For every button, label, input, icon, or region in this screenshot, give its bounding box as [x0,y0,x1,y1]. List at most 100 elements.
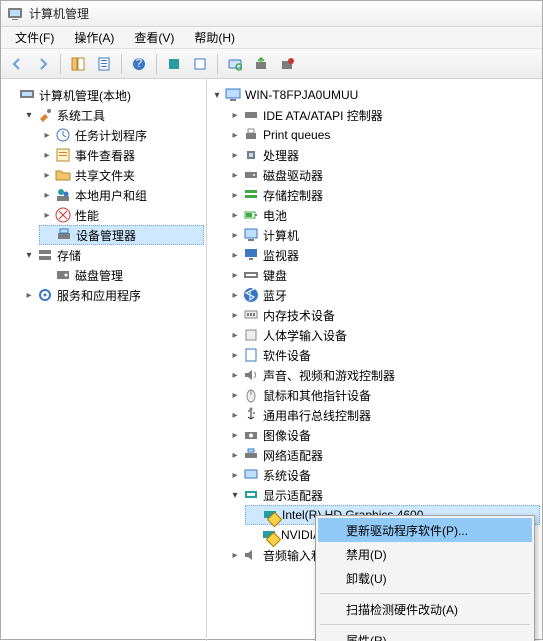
cat-usb[interactable]: 通用串行总线控制器 [227,405,540,425]
expand-icon[interactable] [211,89,223,101]
device-root[interactable]: WIN-T8FPJA0UMUU [209,85,540,105]
cat-computer[interactable]: 计算机 [227,225,540,245]
cat-battery[interactable]: 电池 [227,205,540,225]
forward-button[interactable] [31,52,55,76]
expand-icon[interactable] [229,209,241,221]
back-button[interactable] [5,52,29,76]
tree-disk-mgmt[interactable]: 磁盘管理 [39,265,204,285]
menu-scan-hardware[interactable]: 扫描检测硬件改动(A) [318,597,532,621]
expand-icon[interactable] [41,189,53,201]
device-label: WIN-T8FPJA0UMUU [245,88,358,102]
toolbar-button[interactable] [162,52,186,76]
cat-softdev[interactable]: 软件设备 [227,345,540,365]
show-console-tree-button[interactable] [66,52,90,76]
menu-view[interactable]: 查看(V) [124,27,184,48]
update-driver-button[interactable] [249,52,273,76]
expand-icon[interactable] [23,289,35,301]
cat-hid[interactable]: 人体学输入设备 [227,325,540,345]
cat-imaging[interactable]: 图像设备 [227,425,540,445]
tree-task-scheduler[interactable]: 任务计划程序 [39,125,204,145]
expand-icon[interactable] [229,309,241,321]
device-mgr-icon [56,227,72,243]
menu-action[interactable]: 操作(A) [64,27,124,48]
cat-memtech[interactable]: 内存技术设备 [227,305,540,325]
cat-network[interactable]: 网络适配器 [227,445,540,465]
cat-keyboard[interactable]: 键盘 [227,265,540,285]
expand-icon[interactable] [229,409,241,421]
cat-print[interactable]: Print queues [227,125,540,145]
window-title: 计算机管理 [29,5,89,22]
properties-button[interactable] [92,52,116,76]
menu-disable[interactable]: 禁用(D) [318,542,532,566]
cat-monitor[interactable]: 监视器 [227,245,540,265]
device-label: 软件设备 [263,347,311,364]
cat-diskdrv[interactable]: 磁盘驱动器 [227,165,540,185]
cat-mouse[interactable]: 鼠标和其他指针设备 [227,385,540,405]
tree-label: 系统工具 [57,107,105,124]
expand-icon[interactable] [229,109,241,121]
cat-storage-ctrl[interactable]: 存储控制器 [227,185,540,205]
expand-icon[interactable] [229,229,241,241]
expand-icon[interactable] [229,389,241,401]
tree-label: 计算机管理(本地) [39,87,131,104]
expand-icon[interactable] [229,549,241,561]
expand-icon[interactable] [229,169,241,181]
menu-uninstall[interactable]: 卸载(U) [318,566,532,590]
expand-icon[interactable] [229,189,241,201]
tree-device-manager[interactable]: 设备管理器 [39,225,204,245]
menu-file[interactable]: 文件(F) [5,27,64,48]
storagectrl-icon [243,187,259,203]
expand-icon[interactable] [229,469,241,481]
device-label: 电池 [263,207,287,224]
cat-sysdev[interactable]: 系统设备 [227,465,540,485]
expand-icon[interactable] [229,289,241,301]
menu-update-driver[interactable]: 更新驱动程序软件(P)... [318,518,532,542]
tree-storage[interactable]: 存储 [21,245,204,265]
cat-bluetooth[interactable]: 蓝牙 [227,285,540,305]
expand-icon[interactable] [229,349,241,361]
svg-text:?: ? [136,57,143,70]
cat-sound[interactable]: 声音、视频和游戏控制器 [227,365,540,385]
menu-help[interactable]: 帮助(H) [184,27,245,48]
expand-icon[interactable] [229,369,241,381]
expand-icon[interactable] [41,169,53,181]
expand-icon[interactable] [229,129,241,141]
cpu-icon [243,147,259,163]
cat-display[interactable]: 显示适配器 [227,485,540,505]
expand-icon[interactable] [41,149,53,161]
expand-icon[interactable] [23,249,35,261]
expand-icon[interactable] [229,249,241,261]
cat-cpu[interactable]: 处理器 [227,145,540,165]
expand-icon[interactable] [229,269,241,281]
expand-icon[interactable] [229,329,241,341]
expand-icon[interactable] [229,149,241,161]
expand-icon[interactable] [41,209,53,221]
tree-shared-folders[interactable]: 共享文件夹 [39,165,204,185]
expand-icon[interactable] [229,489,241,501]
device-label: 计算机 [263,227,299,244]
titlebar: 计算机管理 [1,1,542,27]
console-tree: 计算机管理(本地) 系统工具 任务计划程序 事件查看器 共享文件夹 [3,85,204,305]
memory-icon [243,307,259,323]
menu-separator [320,624,530,625]
keyboard-icon [243,267,259,283]
expand-icon[interactable] [229,449,241,461]
tree-performance[interactable]: 性能 [39,205,204,225]
uninstall-button[interactable] [275,52,299,76]
tools-icon [37,107,53,123]
help-button[interactable]: ? [127,52,151,76]
expand-icon[interactable] [23,109,35,121]
scan-hardware-button[interactable] [223,52,247,76]
expand-icon[interactable] [41,129,53,141]
tree-root[interactable]: 计算机管理(本地) [3,85,204,105]
menu-properties[interactable]: 属性(R) [318,628,532,641]
context-menu: 更新驱动程序软件(P)... 禁用(D) 卸载(U) 扫描检测硬件改动(A) 属… [315,515,535,641]
cat-ide[interactable]: IDE ATA/ATAPI 控制器 [227,105,540,125]
device-label: 存储控制器 [263,187,323,204]
tree-system-tools[interactable]: 系统工具 [21,105,204,125]
toolbar-button[interactable] [188,52,212,76]
tree-services[interactable]: 服务和应用程序 [21,285,204,305]
expand-icon[interactable] [229,429,241,441]
tree-event-viewer[interactable]: 事件查看器 [39,145,204,165]
tree-local-users[interactable]: 本地用户和组 [39,185,204,205]
